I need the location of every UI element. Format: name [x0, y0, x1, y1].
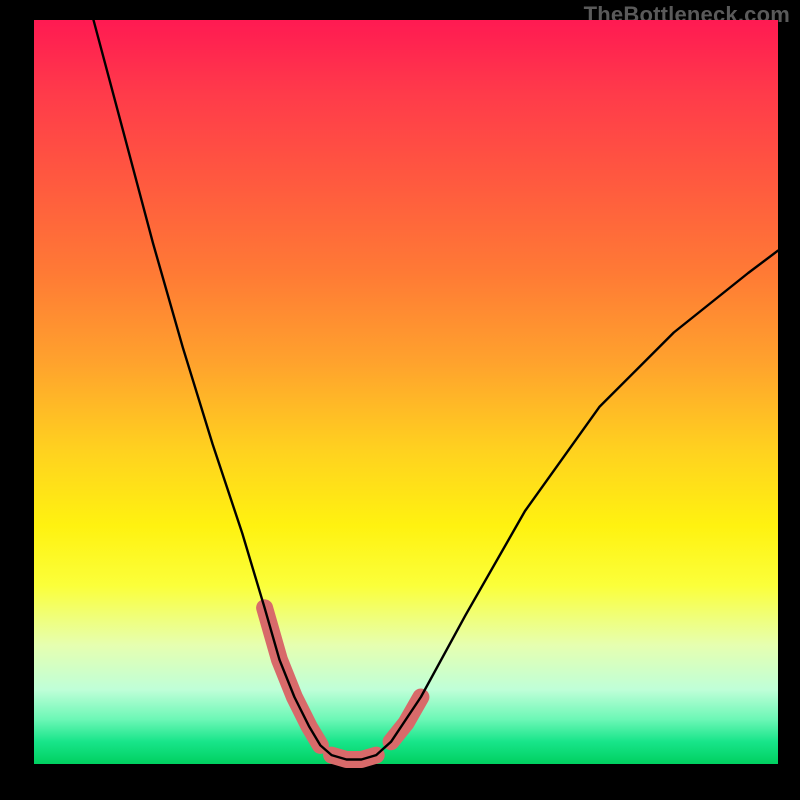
- accent-left-descent: [265, 608, 321, 746]
- bottleneck-curve: [94, 20, 779, 760]
- plot-area: [34, 20, 778, 764]
- chart-frame: TheBottleneck.com: [0, 0, 800, 800]
- curve-layer: [34, 20, 778, 764]
